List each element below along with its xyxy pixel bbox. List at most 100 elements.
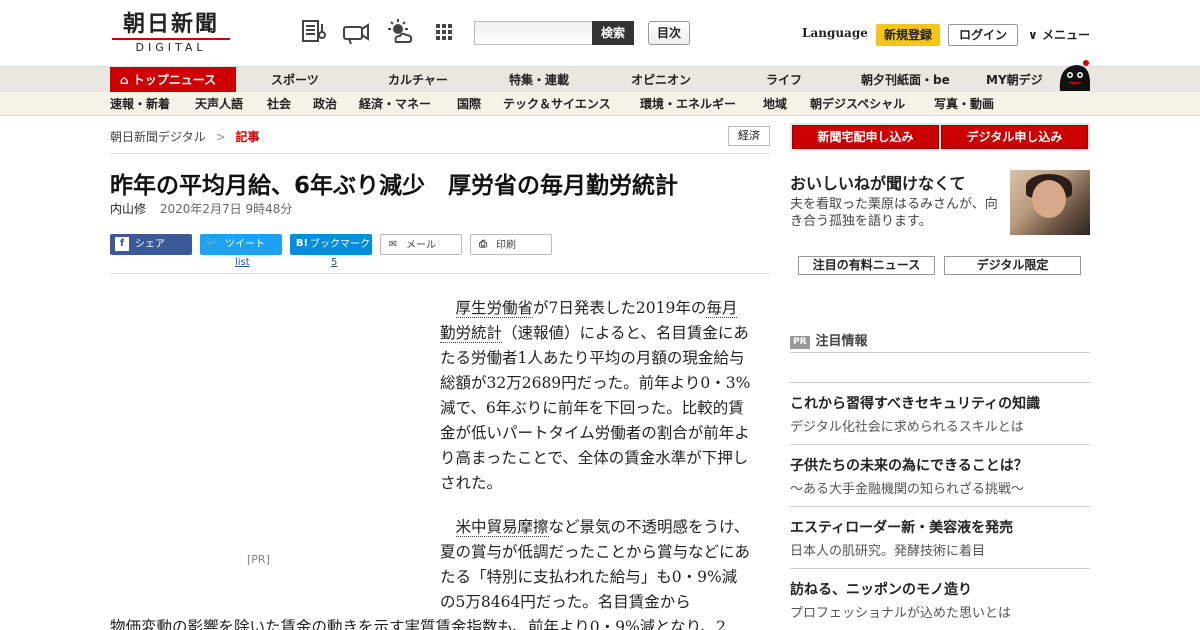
share-mail-label: メール <box>406 240 436 251</box>
breadcrumb: 朝日新聞デジタル > 記事 <box>110 128 260 145</box>
search-button[interactable]: 検索 <box>592 21 634 45</box>
site-header: 朝日新聞 DIGITAL 検索 目次 Language 新規登録 ログイン ∨ … <box>0 0 1200 66</box>
menu-button[interactable]: ∨ メニュー <box>1028 26 1090 43</box>
pr-item-title[interactable]: エスティローダー新・美容液を発売 <box>790 517 1013 537</box>
pr-item-desc: ～ある大手金融機関の知られざる挑戦～ <box>790 482 1025 497</box>
nav2-item-environment[interactable]: 環境・エネルギー <box>640 92 736 116</box>
breadcrumb-current: 記事 <box>235 130 260 144</box>
nav-item-paper[interactable]: 朝夕刊紙面・be <box>861 67 950 93</box>
grid-icon[interactable] <box>430 18 458 46</box>
subscribe-digital-button[interactable]: デジタル申し込み <box>941 125 1088 149</box>
tab-digital-only[interactable]: デジタル限定 <box>944 256 1081 275</box>
share-hatena-button[interactable]: B! ブックマーク <box>290 234 372 255</box>
nav2-item-photo-video[interactable]: 写真・動画 <box>934 92 994 116</box>
tab-paid-news[interactable]: 注目の有料ニュース <box>798 256 935 275</box>
share-facebook-label: シェア <box>135 239 165 250</box>
nav-item-label: トップニュース <box>132 73 217 87</box>
nav-item-opinion[interactable]: オピニオン <box>631 67 691 93</box>
mascot-icon[interactable] <box>1056 57 1092 97</box>
toc-button[interactable]: 目次 <box>648 21 690 45</box>
print-button[interactable]: ⎙ 印刷 <box>470 234 552 255</box>
divider <box>790 568 1090 569</box>
divider <box>790 352 1090 353</box>
breadcrumb-separator: > <box>215 130 226 144</box>
article-paragraph: 厚生労働省が7日発表した2019年の毎月勤労統計（速報値）によると、名目賃金にあ… <box>440 296 752 496</box>
divider <box>110 273 770 274</box>
nav-item-top-news[interactable]: ⌂ トップニュース <box>110 67 236 93</box>
share-facebook-button[interactable]: f シェア <box>110 234 192 255</box>
nav-item-sports[interactable]: スポーツ <box>271 67 319 93</box>
newspaper-icon[interactable] <box>300 18 328 46</box>
pr-item-title[interactable]: これから習得すべきセキュリティの知識 <box>790 393 1040 413</box>
secondary-nav: 速報・新着 天声人語 社会 政治 経済・マネー 国際 テック＆サイエンス 環境・… <box>0 92 1200 116</box>
facebook-icon: f <box>115 237 129 251</box>
login-button[interactable]: ログイン <box>948 24 1018 46</box>
register-button[interactable]: 新規登録 <box>876 24 940 46</box>
keyword-link[interactable]: 米中貿易摩擦 <box>455 518 549 537</box>
weather-icon[interactable] <box>386 18 414 46</box>
publish-date: 2020年2月7日 9時48分 <box>159 202 293 216</box>
article-title: 昨年の平均月給、6年ぶり減少 厚労省の毎月勤労統計 <box>110 173 679 199</box>
primary-nav: ⌂ トップニュース スポーツ カルチャー 特集・連載 オピニオン ライフ 朝夕刊… <box>0 60 1200 93</box>
pr-badge: PR <box>790 336 810 349</box>
share-twitter-label: ツイート <box>225 239 265 250</box>
nav2-item-tech[interactable]: テック＆サイエンス <box>503 92 611 116</box>
article-paragraph: 米中貿易摩擦など景気の不透明感をうけ、夏の賞与が低調だったことから賞与などにあた… <box>440 515 752 615</box>
divider <box>790 382 1090 383</box>
nav-item-life[interactable]: ライフ <box>766 67 802 93</box>
photo-face-shape <box>1032 180 1066 218</box>
breadcrumb-home[interactable]: 朝日新聞デジタル <box>110 130 206 144</box>
hatena-icon: B! <box>295 238 309 249</box>
nav2-item-special[interactable]: 朝デジスペシャル <box>810 92 905 116</box>
subscribe-paper-button[interactable]: 新聞宅配申し込み <box>792 125 939 149</box>
nav2-item-breaking[interactable]: 速報・新着 <box>110 92 170 116</box>
nav2-item-international[interactable]: 国際 <box>457 92 481 116</box>
nav-item-culture[interactable]: カルチャー <box>388 67 448 93</box>
nav2-item-society[interactable]: 社会 <box>267 92 291 116</box>
language-link[interactable]: Language <box>802 26 868 40</box>
author-name[interactable]: 内山修 <box>110 202 146 216</box>
pr-item-title[interactable]: 訪ねる、ニッポンのモノ造り <box>790 579 972 599</box>
nav2-item-tenseijingo[interactable]: 天声人語 <box>195 92 243 116</box>
promo-title[interactable]: おいしいねが聞けなくて <box>790 170 966 194</box>
twitter-count[interactable]: list <box>235 257 250 268</box>
pr-section-header: PR 注目情報 <box>790 330 868 349</box>
category-tag[interactable]: 経済 <box>728 126 770 146</box>
keyword-link[interactable]: 厚生労働省 <box>455 299 534 318</box>
share-mail-button[interactable]: ✉ メール <box>380 234 462 255</box>
pr-item-desc: プロフェッショナルが込めた思いとは <box>790 606 1012 621</box>
hatena-count[interactable]: 5 <box>331 257 337 268</box>
pr-item-desc: デジタル化社会に求められるスキルとは <box>790 420 1024 435</box>
logo-main-text: 朝日新聞 <box>122 11 219 37</box>
divider <box>790 506 1090 507</box>
nav2-item-politics[interactable]: 政治 <box>313 92 337 116</box>
pr-item-desc: 日本人の肌研究。発酵技術に着目 <box>790 544 986 559</box>
nav2-item-local[interactable]: 地域 <box>763 92 787 116</box>
share-hatena-label: ブックマーク <box>310 239 370 250</box>
divider <box>790 444 1090 445</box>
pr-item-title[interactable]: 子供たちの未来の為にできることは？ <box>790 455 1028 475</box>
menu-label: メニュー <box>1041 28 1090 42</box>
paragraph-text: が7日発表した2019年の <box>533 299 707 317</box>
logo-sub-text: DIGITAL <box>112 38 230 54</box>
article-paragraph: 物価変動の影響を除いた賃金の動きを示す実質賃金指数も、前年より0・9%減となり、… <box>110 618 726 630</box>
search-input[interactable] <box>474 21 594 45</box>
mail-icon: ✉ <box>388 239 398 250</box>
chevron-down-icon: ∨ <box>1028 28 1038 42</box>
nav-item-my-asadigi[interactable]: MY朝デジ <box>986 67 1043 93</box>
paragraph-text: （速報値）によると、名目賃金にあたる労働者1人あたり平均の月額の現金給与総額が3… <box>440 324 751 492</box>
nav2-item-economy[interactable]: 経済・マネー <box>359 92 431 116</box>
home-icon: ⌂ <box>120 73 129 87</box>
divider <box>110 153 770 154</box>
byline: 内山修 2020年2月7日 9時48分 <box>110 200 292 217</box>
ad-pr-label: [PR] <box>247 553 270 566</box>
print-label: 印刷 <box>496 240 516 251</box>
promo-photo[interactable] <box>1010 170 1090 235</box>
share-twitter-button[interactable]: 🐦 ツイート <box>200 234 282 255</box>
printer-icon: ⎙ <box>479 239 487 250</box>
nav-item-features[interactable]: 特集・連載 <box>509 67 569 93</box>
promo-description: 夫を看取った栗原はるみさんが、向き合う孤独を語ります。 <box>790 197 998 229</box>
site-logo[interactable]: 朝日新聞 DIGITAL <box>112 12 230 54</box>
megaphone-icon[interactable] <box>342 18 370 46</box>
pr-section-title: 注目情報 <box>815 334 868 349</box>
